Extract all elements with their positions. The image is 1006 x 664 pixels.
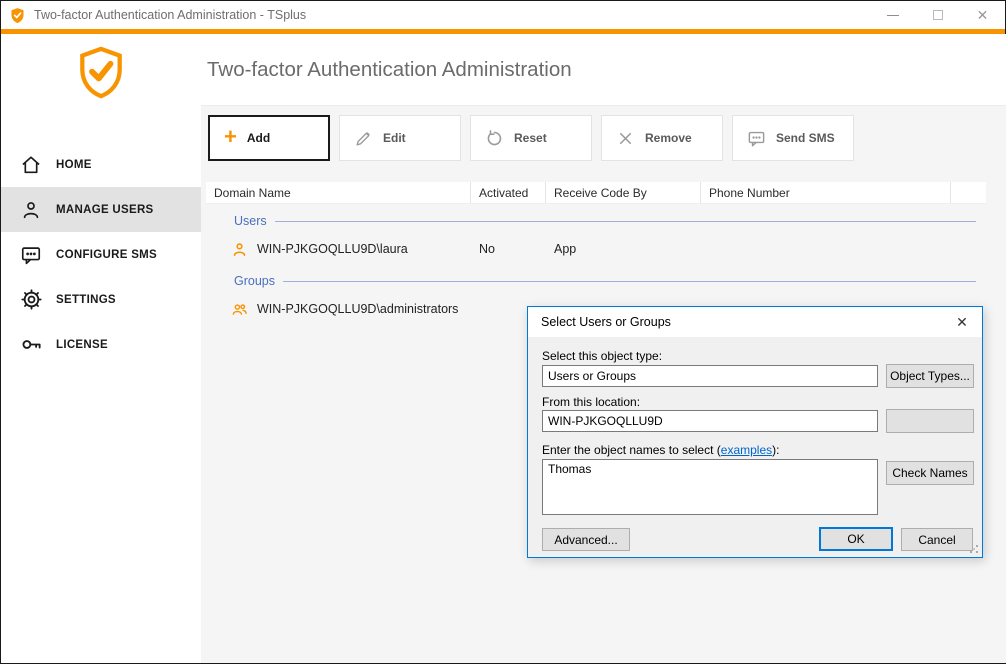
plus-icon: +	[224, 126, 237, 148]
check-names-button[interactable]: Check Names	[886, 461, 974, 485]
pencil-icon	[354, 129, 373, 148]
sidebar-item-label: SETTINGS	[56, 294, 116, 306]
sidebar-item-settings[interactable]: SETTINGS	[1, 277, 201, 322]
remove-button[interactable]: Remove	[601, 115, 723, 161]
edit-button[interactable]: Edit	[339, 115, 461, 161]
cell-domain-name: WIN-PJKGOQLLU9D\administrators	[257, 302, 458, 316]
home-icon	[19, 153, 43, 177]
column-header-phone[interactable]: Phone Number	[701, 182, 951, 203]
close-icon: ✕	[956, 314, 968, 331]
reset-button[interactable]: Reset	[470, 115, 592, 161]
cancel-button[interactable]: Cancel	[901, 528, 973, 551]
sidebar-item-label: HOME	[56, 159, 92, 171]
resize-grip-icon[interactable]	[969, 544, 979, 554]
minimize-button[interactable]	[870, 1, 915, 29]
locations-button[interactable]	[886, 409, 974, 433]
group-name: Users	[234, 214, 267, 228]
group-name: Groups	[234, 274, 275, 288]
user-icon	[19, 198, 43, 222]
cell-activated: No	[471, 242, 546, 256]
advanced-button[interactable]: Advanced...	[542, 528, 630, 551]
group-divider	[275, 221, 976, 222]
column-header-receive-code[interactable]: Receive Code By	[546, 182, 701, 203]
sidebar-item-home[interactable]: HOME	[1, 142, 201, 187]
maximize-icon	[933, 10, 943, 20]
sidebar-nav: HOME MANAGE USERS CONFIGURE SMS	[1, 142, 201, 367]
object-names-label-prefix: Enter the object names to select (	[542, 443, 721, 457]
examples-link[interactable]: examples	[721, 443, 772, 457]
window-controls: ✕	[870, 1, 1005, 29]
chat-bubble-icon	[19, 243, 43, 267]
sidebar-item-label: CONFIGURE SMS	[56, 249, 157, 261]
select-users-dialog: Select Users or Groups ✕ Select this obj…	[527, 306, 983, 558]
toolbar-button-label: Edit	[383, 131, 406, 145]
cell-domain-name: WIN-PJKGOQLLU9D\laura	[257, 242, 408, 256]
sidebar: HOME MANAGE USERS CONFIGURE SMS	[1, 34, 201, 663]
close-icon: ✕	[977, 8, 989, 22]
shield-check-icon	[74, 44, 128, 102]
column-header-domain[interactable]: Domain Name	[206, 182, 471, 203]
gear-icon	[19, 288, 43, 312]
page-title: Two-factor Authentication Administration	[207, 58, 572, 82]
toolbar-button-label: Add	[247, 131, 270, 145]
reset-arrow-icon	[485, 129, 504, 148]
sidebar-item-manage-users[interactable]: MANAGE USERS	[1, 187, 201, 232]
sidebar-item-license[interactable]: LICENSE	[1, 322, 201, 367]
object-type-label: Select this object type:	[542, 349, 662, 363]
sidebar-item-label: LICENSE	[56, 339, 108, 351]
dialog-titlebar: Select Users or Groups	[528, 307, 982, 337]
window-title: Two-factor Authentication Administration…	[34, 8, 306, 22]
object-names-field[interactable]	[542, 459, 878, 515]
location-field[interactable]	[542, 410, 878, 432]
column-header-empty	[951, 182, 986, 203]
app-window: Two-factor Authentication Administration…	[0, 0, 1006, 664]
toolbar-button-label: Send SMS	[776, 131, 835, 145]
cell-receive-code: App	[546, 242, 701, 256]
close-button[interactable]: ✕	[960, 1, 1005, 29]
group-icon	[231, 301, 248, 318]
chat-bubble-icon	[747, 129, 766, 148]
column-header-activated[interactable]: Activated	[471, 182, 546, 203]
table-row[interactable]: WIN-PJKGOQLLU9D\laura No App	[206, 234, 986, 264]
minimize-icon	[887, 15, 899, 16]
location-label: From this location:	[542, 395, 640, 409]
group-header-groups: Groups	[206, 268, 986, 294]
add-button[interactable]: + Add	[208, 115, 330, 161]
dialog-close-button[interactable]: ✕	[942, 307, 982, 337]
key-icon	[19, 333, 43, 357]
users-table: Domain Name Activated Receive Code By Ph…	[206, 182, 986, 324]
group-divider	[283, 281, 976, 282]
toolbar-button-label: Reset	[514, 131, 547, 145]
dialog-title: Select Users or Groups	[541, 315, 671, 329]
shield-check-icon	[9, 7, 26, 24]
table-header: Domain Name Activated Receive Code By Ph…	[206, 182, 986, 204]
toolbar: + Add Edit Reset	[208, 115, 854, 161]
object-types-button[interactable]: Object Types...	[886, 364, 974, 388]
send-sms-button[interactable]: Send SMS	[732, 115, 854, 161]
ok-button[interactable]: OK	[819, 527, 893, 551]
object-names-label: Enter the object names to select (exampl…	[542, 443, 779, 457]
user-icon	[231, 241, 248, 258]
sidebar-item-label: MANAGE USERS	[56, 204, 154, 216]
header-band: Two-factor Authentication Administration	[201, 34, 1006, 106]
group-header-users: Users	[206, 208, 986, 234]
titlebar: Two-factor Authentication Administration…	[1, 1, 1005, 29]
maximize-button[interactable]	[915, 1, 960, 29]
sidebar-item-configure-sms[interactable]: CONFIGURE SMS	[1, 232, 201, 277]
x-icon	[616, 129, 635, 148]
toolbar-button-label: Remove	[645, 131, 692, 145]
app-logo	[1, 44, 201, 102]
object-type-field[interactable]	[542, 365, 878, 387]
object-names-label-suffix: ):	[772, 443, 779, 457]
